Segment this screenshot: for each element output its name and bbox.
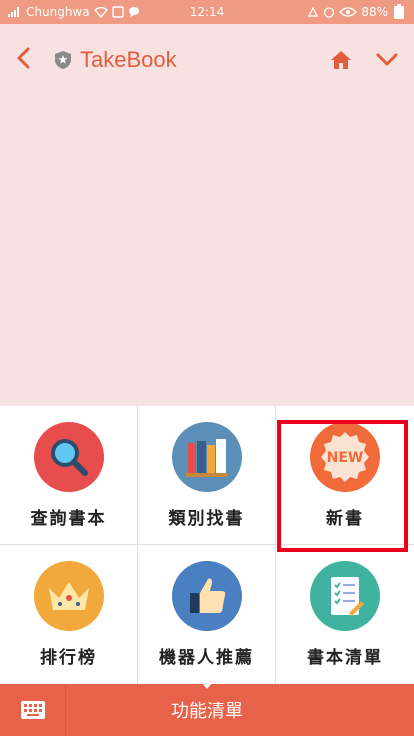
menu-item-book-list[interactable]: 書本清單	[276, 545, 414, 684]
shield-icon	[54, 50, 72, 70]
books-icon	[171, 421, 242, 492]
status-right: 88%	[307, 4, 406, 20]
bottom-bar: 功能清單	[0, 683, 414, 736]
chevron-left-icon	[17, 47, 30, 68]
menu-item-category-books[interactable]: 類別找書	[138, 406, 276, 545]
carrier-name: Chunghwa	[26, 5, 90, 19]
caret-down-icon	[202, 683, 212, 689]
home-button[interactable]	[330, 50, 352, 70]
alarm-icon	[324, 7, 335, 18]
menu-item-robot-recommend[interactable]: 機器人推薦	[138, 545, 276, 684]
content-area	[0, 96, 414, 406]
thumbs-up-icon	[171, 561, 242, 631]
checklist-icon	[310, 561, 380, 631]
new-badge-icon: NEW	[310, 421, 380, 492]
eye-icon	[339, 7, 358, 17]
status-left: Chunghwa	[8, 5, 140, 19]
nfc-icon	[111, 6, 124, 18]
function-menu-toggle[interactable]: 功能清單	[66, 683, 414, 723]
function-menu-label: 功能清單	[171, 701, 243, 722]
status-bar: Chunghwa 12:14 88%	[0, 0, 414, 24]
keyboard-button[interactable]	[0, 684, 66, 736]
menu-item-label: 機器人推薦	[159, 648, 254, 668]
header-actions	[330, 50, 398, 70]
menu-item-label: 新書	[326, 508, 364, 529]
wifi-icon	[93, 6, 108, 18]
menu-item-search-books[interactable]: 查詢書本	[0, 406, 138, 545]
back-button[interactable]	[16, 47, 46, 74]
menu-item-label: 查詢書本	[30, 508, 107, 529]
silent-icon	[308, 6, 319, 17]
battery-percent: 88%	[361, 5, 388, 19]
menu-item-label: 類別找書	[168, 508, 245, 529]
function-menu-grid: 查詢書本 類別找書 NEW 新書 排行榜 機器人推薦 書本清單	[0, 406, 414, 684]
chevron-down-icon	[376, 53, 398, 66]
battery-icon	[394, 4, 404, 19]
page-title: TakeBook	[80, 47, 177, 72]
crown-icon	[33, 561, 104, 631]
menu-item-new-books[interactable]: NEW 新書	[276, 406, 414, 545]
signal-icon	[8, 7, 19, 17]
magnifier-icon	[33, 421, 104, 492]
menu-item-label: 排行榜	[40, 648, 97, 668]
chat-icon	[128, 7, 139, 17]
keyboard-icon	[20, 701, 45, 719]
home-icon	[331, 51, 351, 69]
menu-item-ranking[interactable]: 排行榜	[0, 545, 138, 684]
menu-item-label: 書本清單	[307, 648, 383, 668]
dropdown-button[interactable]	[376, 53, 398, 67]
new-badge-text: NEW	[327, 450, 364, 466]
app-header: TakeBook	[0, 24, 414, 96]
